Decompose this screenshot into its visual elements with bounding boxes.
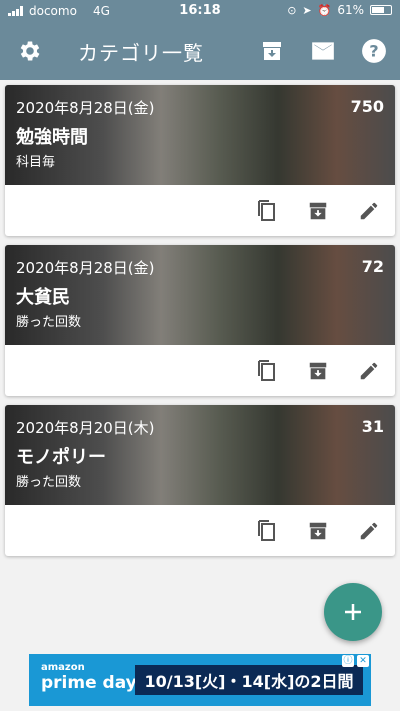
edit-icon[interactable] — [357, 199, 381, 223]
card-hero-image[interactable]: 2020年8月28日(金) 72 大貧民 勝った回数 — [5, 245, 395, 345]
plus-icon — [345, 604, 361, 620]
battery-percent: 61% — [337, 3, 364, 17]
copy-icon[interactable] — [255, 199, 279, 223]
add-category-button[interactable] — [324, 583, 382, 641]
card-hero-image[interactable]: 2020年8月28日(金) 750 勉強時間 科目毎 — [5, 85, 395, 185]
card-subtitle: 勝った回数 — [16, 315, 82, 330]
card-count: 31 — [361, 417, 384, 436]
ad-info-icon[interactable]: ⓘ — [342, 655, 354, 667]
status-bar: docomo 4G 16:18 ⊙ ➤ ⏰ 61% — [0, 0, 400, 22]
card-hero-image[interactable]: 2020年8月20日(木) 31 モノポリー 勝った回数 — [5, 405, 395, 505]
ad-text: 10/13[火]・14[水]の2日間 — [135, 665, 363, 695]
card-count: 72 — [361, 257, 384, 276]
location-icon: ➤ — [302, 3, 312, 17]
ad-logo-line2: prime day — [41, 673, 137, 693]
toolbar: カテゴリ一覧 ? — [0, 22, 400, 80]
copy-icon[interactable] — [255, 519, 279, 543]
category-card[interactable]: 2020年8月20日(木) 31 モノポリー 勝った回数 — [5, 405, 395, 556]
card-date: 2020年8月28日(金) — [16, 259, 155, 277]
ad-close-icon[interactable]: ✕ — [357, 655, 369, 667]
edit-icon[interactable] — [357, 359, 381, 383]
card-actions — [5, 185, 395, 236]
svg-text:?: ? — [369, 41, 378, 60]
app-header: docomo 4G 16:18 ⊙ ➤ ⏰ 61% カテゴリ一覧 ? — [0, 0, 400, 80]
archive-icon[interactable] — [257, 36, 287, 66]
card-subtitle: 科目毎 — [16, 155, 56, 170]
card-title: 大貧民 — [16, 287, 70, 308]
card-date: 2020年8月28日(金) — [16, 99, 155, 117]
card-title: モノポリー — [16, 447, 106, 468]
card-date: 2020年8月20日(木) — [16, 419, 155, 437]
battery-icon — [370, 5, 392, 15]
ad-logo-line1: amazon — [41, 662, 85, 673]
archive-icon[interactable] — [306, 519, 330, 543]
gear-icon[interactable] — [15, 36, 45, 66]
rotation-lock-icon: ⊙ — [287, 3, 297, 17]
card-count: 750 — [350, 97, 384, 116]
ad-banner[interactable]: amazon prime day 10/13[火]・14[水]の2日間 ⓘ ✕ — [29, 654, 371, 706]
edit-icon[interactable] — [357, 519, 381, 543]
archive-icon[interactable] — [306, 359, 330, 383]
ad-controls: ⓘ ✕ — [342, 655, 369, 667]
archive-icon[interactable] — [306, 199, 330, 223]
card-actions — [5, 345, 395, 396]
status-right: ⊙ ➤ ⏰ 61% — [287, 3, 392, 17]
page-title: カテゴリ一覧 — [78, 41, 204, 65]
category-card[interactable]: 2020年8月28日(金) 750 勉強時間 科目毎 — [5, 85, 395, 236]
alarm-icon: ⏰ — [317, 3, 332, 17]
card-actions — [5, 505, 395, 556]
card-subtitle: 勝った回数 — [16, 475, 82, 490]
ad-logo: amazon prime day — [41, 662, 137, 693]
mail-icon[interactable] — [308, 36, 338, 66]
help-icon[interactable]: ? — [359, 36, 389, 66]
copy-icon[interactable] — [255, 359, 279, 383]
card-title: 勉強時間 — [16, 127, 88, 148]
category-card[interactable]: 2020年8月28日(金) 72 大貧民 勝った回数 — [5, 245, 395, 396]
